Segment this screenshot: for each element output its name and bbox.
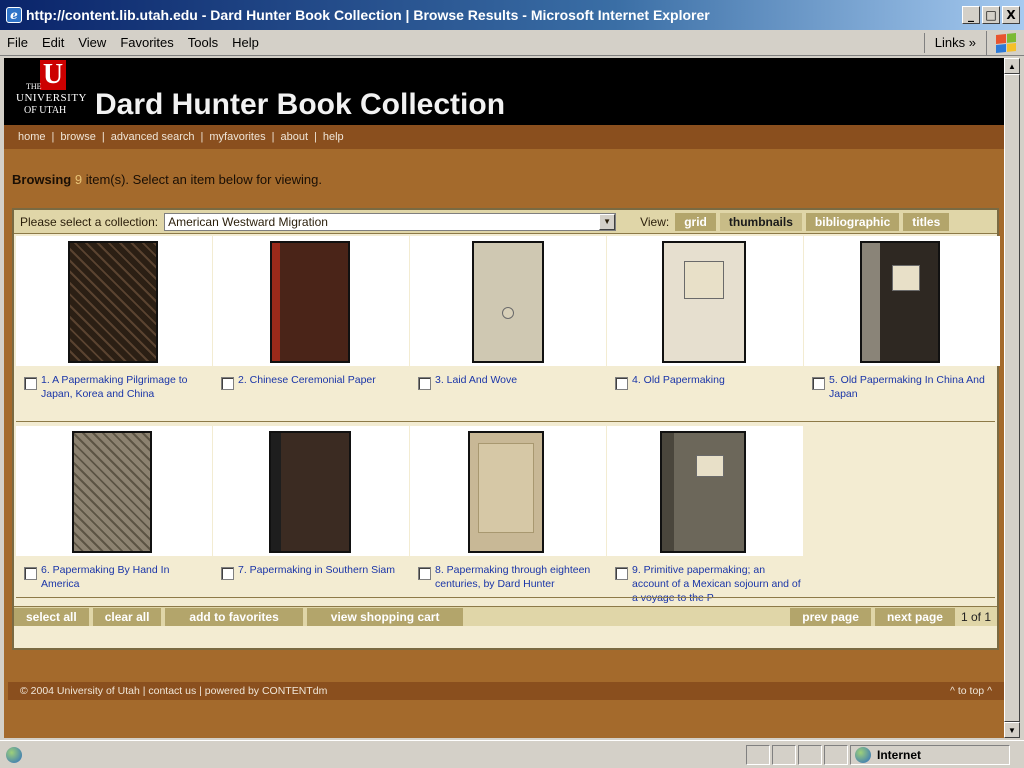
row-divider <box>16 597 995 598</box>
item-checkbox[interactable] <box>615 567 628 580</box>
item-checkbox[interactable] <box>221 567 234 580</box>
menu-view[interactable]: View <box>71 35 113 50</box>
nav-help[interactable]: help <box>323 131 344 143</box>
site-nav: home | browse | advanced search | myfavorit… <box>4 125 1004 149</box>
view-thumbnails-button[interactable]: thumbnails <box>719 212 802 231</box>
minimize-button[interactable]: _ <box>962 6 980 24</box>
browse-count: 9 <box>74 172 83 187</box>
security-zone: Internet <box>850 744 1010 765</box>
result-cell: 8. Papermaking through eighteen centurie… <box>410 426 606 606</box>
item-title-link[interactable]: 8. Papermaking through eighteen centurie… <box>435 563 604 591</box>
item-title-link[interactable]: 1. A Papermaking Pilgrimage to Japan, Ko… <box>41 373 210 401</box>
item-title-link[interactable]: 3. Laid And Wove <box>435 373 517 387</box>
result-cell: 5. Old Papermaking In China And Japan <box>804 236 1000 416</box>
book-cover-thumbnail[interactable] <box>269 431 351 553</box>
item-title-link[interactable]: 5. Old Papermaking In China And Japan <box>829 373 998 401</box>
menu-tools[interactable]: Tools <box>181 35 225 50</box>
view-label: View: <box>640 214 670 229</box>
select-all-button[interactable]: select all <box>14 607 89 626</box>
zone-label: Internet <box>877 747 922 762</box>
result-cell: 3. Laid And Wove <box>410 236 606 416</box>
maximize-button[interactable]: □ <box>982 6 1000 24</box>
nav-about[interactable]: about <box>280 131 308 143</box>
item-title-link[interactable]: 6. Papermaking By Hand In America <box>41 563 210 591</box>
view-bibliographic-button[interactable]: bibliographic <box>805 212 900 231</box>
footer-text[interactable]: © 2004 University of Utah | contact us |… <box>20 685 327 697</box>
book-cover-thumbnail[interactable] <box>660 431 746 553</box>
item-checkbox[interactable] <box>24 567 37 580</box>
page-indicator: 1 of 1 <box>960 609 991 624</box>
nav-advanced-search[interactable]: advanced search <box>111 131 195 143</box>
item-checkbox[interactable] <box>221 377 234 390</box>
action-bar: select all clear all add to favorites vi… <box>14 606 997 626</box>
menu-favorites[interactable]: Favorites <box>113 35 180 50</box>
browse-summary: Browsing 9 item(s). Select an item below… <box>12 172 322 187</box>
browse-suffix: item(s). Select an item below for viewin… <box>85 172 322 187</box>
collection-select[interactable]: American Westward Migration ▼ <box>164 212 617 231</box>
scroll-up-icon[interactable]: ▲ <box>1004 58 1020 74</box>
nav-myfavorites[interactable]: myfavorites <box>209 131 265 143</box>
links-toolbar-button[interactable]: Links » <box>923 32 986 53</box>
result-cell: 7. Papermaking in Southern Siam <box>213 426 409 606</box>
book-cover-thumbnail[interactable] <box>68 241 158 363</box>
collection-select-value: American Westward Migration <box>168 214 328 229</box>
browse-prefix: Browsing <box>12 172 72 187</box>
close-button[interactable]: X <box>1002 6 1020 24</box>
row-divider <box>16 421 995 422</box>
add-to-favorites-button[interactable]: add to favorites <box>165 607 303 626</box>
to-top-link[interactable]: ^ to top ^ <box>950 685 992 697</box>
book-cover-thumbnail[interactable] <box>662 241 746 363</box>
windows-logo-icon <box>986 30 1024 55</box>
window-title: http://content.lib.utah.edu - Dard Hunte… <box>26 7 710 23</box>
site-title: Dard Hunter Book Collection <box>95 88 506 121</box>
view-shopping-cart-button[interactable]: view shopping cart <box>306 607 464 626</box>
page-viewport: U THE UNIVERSITY OF UTAH Dard Hunter Boo… <box>4 58 1004 738</box>
result-cell: 6. Papermaking By Hand In America <box>16 426 212 606</box>
menu-bar: File Edit View Favorites Tools Help Link… <box>0 30 1024 56</box>
item-checkbox[interactable] <box>418 377 431 390</box>
result-cell: 4. Old Papermaking <box>607 236 803 416</box>
scroll-down-icon[interactable]: ▼ <box>1004 722 1020 738</box>
internet-explorer-icon: e <box>6 7 22 23</box>
window-title-bar: e http://content.lib.utah.edu - Dard Hun… <box>0 0 1024 30</box>
view-grid-button[interactable]: grid <box>675 212 716 231</box>
nav-browse[interactable]: browse <box>60 131 95 143</box>
book-cover-thumbnail[interactable] <box>860 241 940 363</box>
result-cell: 1. A Papermaking Pilgrimage to Japan, Ko… <box>16 236 212 416</box>
status-bar: Internet <box>0 740 1024 768</box>
page-status-icon <box>6 746 22 763</box>
result-cell: 9. Primitive papermaking; an account of … <box>607 426 803 606</box>
clear-all-button[interactable]: clear all <box>92 607 162 626</box>
collection-label: Please select a collection: <box>20 214 159 229</box>
nav-home[interactable]: home <box>18 131 46 143</box>
site-header: U THE UNIVERSITY OF UTAH Dard Hunter Boo… <box>4 58 1004 125</box>
book-cover-thumbnail[interactable] <box>468 431 544 553</box>
view-titles-button[interactable]: titles <box>903 212 950 231</box>
result-cell: 2. Chinese Ceremonial Paper <box>213 236 409 416</box>
internet-globe-icon <box>855 746 871 763</box>
results-gallery: Please select a collection: American Wes… <box>12 208 1000 650</box>
vertical-scrollbar[interactable]: ▲ ▼ <box>1004 58 1020 738</box>
prev-page-button[interactable]: prev page <box>790 607 871 626</box>
book-cover-thumbnail[interactable] <box>472 241 544 363</box>
collection-controls: Please select a collection: American Wes… <box>14 210 997 234</box>
chevron-down-icon[interactable]: ▼ <box>599 213 616 230</box>
scrollbar-thumb[interactable] <box>1004 74 1020 722</box>
item-title-link[interactable]: 7. Papermaking in Southern Siam <box>238 563 395 577</box>
university-of-utah-logo[interactable]: U THE UNIVERSITY OF UTAH <box>16 59 88 120</box>
item-checkbox[interactable] <box>418 567 431 580</box>
item-checkbox[interactable] <box>812 377 825 390</box>
next-page-button[interactable]: next page <box>874 607 955 626</box>
site-footer: © 2004 University of Utah | contact us |… <box>8 682 1004 700</box>
item-title-link[interactable]: 4. Old Papermaking <box>632 373 725 387</box>
item-checkbox[interactable] <box>615 377 628 390</box>
item-title-link[interactable]: 2. Chinese Ceremonial Paper <box>238 373 376 387</box>
item-checkbox[interactable] <box>24 377 37 390</box>
item-title-link[interactable]: 9. Primitive papermaking; an account of … <box>632 563 801 605</box>
menu-file[interactable]: File <box>0 35 35 50</box>
menu-help[interactable]: Help <box>225 35 266 50</box>
menu-edit[interactable]: Edit <box>35 35 71 50</box>
book-cover-thumbnail[interactable] <box>72 431 152 553</box>
book-cover-thumbnail[interactable] <box>270 241 350 363</box>
